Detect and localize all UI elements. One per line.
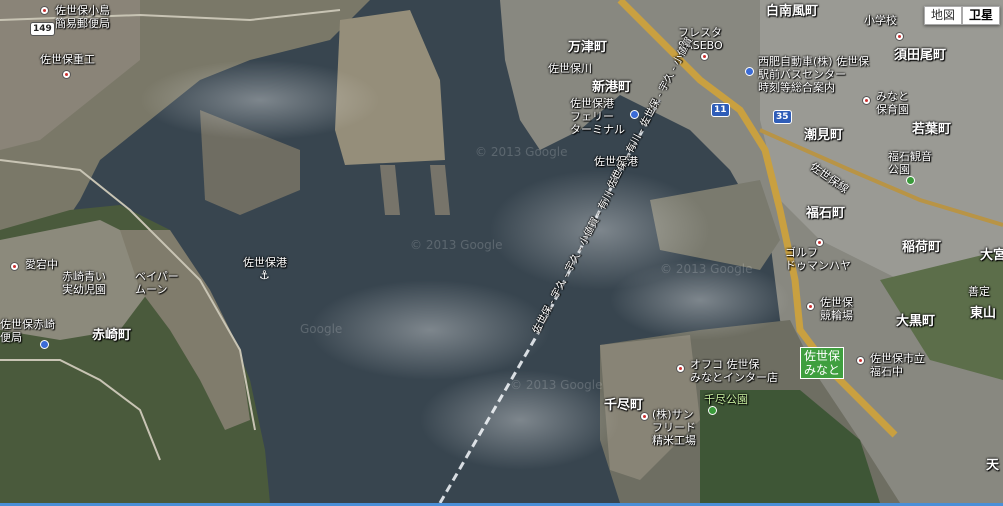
map-label[interactable]: 佐世保市立 福石中: [870, 352, 925, 378]
google-watermark: © 2013 Google: [510, 378, 603, 392]
map-label[interactable]: 小学校: [864, 14, 897, 27]
google-watermark: © 2013 Google: [475, 145, 568, 159]
map-label[interactable]: 西肥自動車(株) 佐世保 駅前バスセンター 時刻等総合案内: [758, 55, 869, 94]
map-label[interactable]: 大宮: [980, 248, 1003, 263]
golf-icon[interactable]: [815, 238, 824, 247]
map-label[interactable]: (株)サン フリード 精米工場: [652, 408, 696, 447]
post-office-icon[interactable]: [40, 6, 49, 15]
map-label[interactable]: 佐世保 競輪場: [820, 296, 853, 322]
google-watermark: © 2013 Google: [660, 262, 753, 276]
map-label[interactable]: 天: [986, 458, 999, 473]
map-label[interactable]: 潮見町: [804, 128, 843, 143]
map-label[interactable]: 新港町: [592, 80, 631, 95]
map-label[interactable]: 万津町: [568, 40, 607, 55]
map-button[interactable]: 地図: [923, 6, 962, 25]
google-watermark: © 2013 Google: [410, 238, 503, 252]
map-label[interactable]: 福石町: [806, 206, 845, 221]
factory-icon[interactable]: [62, 70, 71, 79]
school-icon[interactable]: [856, 356, 865, 365]
map-label[interactable]: 白南風町: [766, 4, 818, 19]
interchange-label[interactable]: 佐世保 みなと: [800, 347, 845, 379]
map-label[interactable]: ベイパー ムーン: [135, 270, 179, 296]
map-label[interactable]: 愛宕中: [25, 258, 58, 271]
map-label[interactable]: 赤崎町: [92, 328, 131, 343]
map-label[interactable]: 赤崎青い 実幼児園: [62, 270, 106, 296]
satellite-button[interactable]: 卫星: [961, 6, 1000, 25]
map-label[interactable]: オフコ 佐世保 みなとインター店: [690, 358, 778, 384]
parking-icon[interactable]: [40, 340, 49, 349]
ferry-icon[interactable]: [630, 110, 639, 119]
map-label[interactable]: 佐世保小島 簡易郵便局: [55, 4, 110, 30]
map-label[interactable]: ゴルフ ドゥマンハヤ: [785, 246, 851, 272]
map-label[interactable]: 福石観音 公園: [888, 150, 932, 176]
shop-icon[interactable]: [700, 52, 709, 61]
anchor-icon[interactable]: ⚓: [259, 268, 270, 282]
satellite-map[interactable]: © 2013 Google © 2013 Google © 2013 Googl…: [0, 0, 1003, 503]
map-label[interactable]: 稲荷町: [902, 240, 941, 255]
school-icon[interactable]: [10, 262, 19, 271]
map-type-control: 地図 卫星: [923, 6, 1000, 25]
shop-icon[interactable]: [676, 364, 685, 373]
map-label[interactable]: 善定: [968, 285, 990, 298]
bus-icon[interactable]: [745, 67, 754, 76]
map-label[interactable]: 千尽公園: [704, 393, 748, 406]
map-label[interactable]: 大黒町: [896, 314, 935, 329]
factory-icon[interactable]: [640, 412, 649, 421]
map-label[interactable]: 東山: [970, 306, 996, 321]
kindergarten-icon[interactable]: [862, 96, 871, 105]
map-label[interactable]: みなと 保育園: [876, 90, 909, 116]
route-35-shield: 35: [773, 110, 792, 124]
map-label[interactable]: 千尽町: [604, 398, 643, 413]
map-label[interactable]: 若葉町: [912, 122, 951, 137]
map-label[interactable]: 佐世保重工: [40, 53, 95, 66]
map-label[interactable]: 佐世保川: [548, 62, 592, 75]
map-label[interactable]: 須田尾町: [894, 48, 946, 63]
route-11-shield: 11: [711, 103, 730, 117]
google-watermark: Google: [300, 322, 343, 336]
map-label[interactable]: 佐世保港 フェリー ターミナル: [570, 97, 625, 136]
park-icon[interactable]: [708, 406, 717, 415]
park-icon[interactable]: [906, 176, 915, 185]
school-icon[interactable]: [895, 32, 904, 41]
route-149-shield: 149: [30, 22, 55, 36]
stadium-icon[interactable]: [806, 302, 815, 311]
